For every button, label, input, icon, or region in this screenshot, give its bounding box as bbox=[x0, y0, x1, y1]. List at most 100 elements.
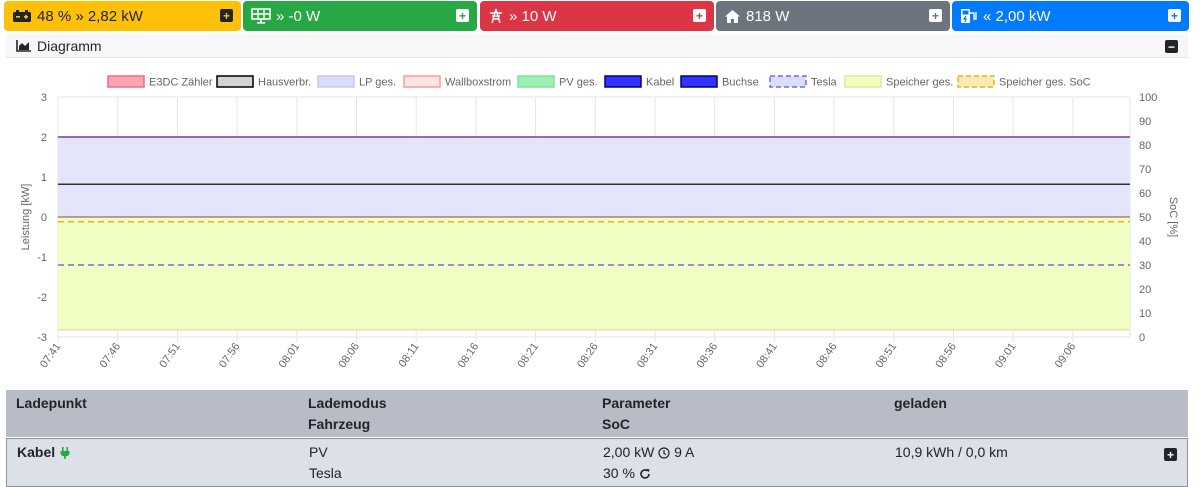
legend-swatch bbox=[107, 75, 145, 88]
battery-car-icon bbox=[12, 9, 32, 23]
expand-row-button[interactable]: + bbox=[1164, 448, 1177, 461]
y-left-tick: -3 bbox=[37, 332, 47, 344]
expand-grid-button[interactable]: + bbox=[693, 9, 706, 22]
legend-label: Buchse bbox=[722, 77, 759, 89]
charging-station-icon bbox=[960, 8, 978, 24]
legend-label: Speicher ges. bbox=[886, 77, 953, 89]
chargepoint-tile[interactable]: « 2,00 kW + bbox=[952, 1, 1189, 31]
grid-tile[interactable]: » 10 W + bbox=[480, 1, 714, 31]
legend-label: Kabel bbox=[646, 77, 674, 89]
solar-panel-icon bbox=[251, 8, 271, 24]
x-tick: 08:11 bbox=[397, 341, 422, 370]
y-right-tick: 60 bbox=[1139, 188, 1151, 200]
house-icon bbox=[724, 9, 741, 24]
y-right-tick: 50 bbox=[1139, 212, 1151, 224]
y-right-axis-label: SoC [%] bbox=[1167, 197, 1179, 237]
col-lademodus: Lademodus bbox=[308, 395, 387, 411]
col-soc: SoC bbox=[602, 416, 630, 432]
expand-house-button[interactable]: + bbox=[929, 9, 942, 22]
series-lp-area bbox=[58, 137, 1130, 217]
legend-label: E3DC Zähler bbox=[149, 77, 213, 89]
x-tick: 08:36 bbox=[695, 341, 721, 370]
power-chart: E3DC Zähler Hausverbr. LP ges. Wallboxstrom… bbox=[20, 75, 1179, 370]
clock-icon bbox=[658, 447, 670, 459]
collapse-diagram-button[interactable]: − bbox=[1165, 40, 1178, 53]
x-tick: 07:51 bbox=[157, 341, 183, 370]
legend-swatch bbox=[769, 75, 807, 88]
y-right-tick: 0 bbox=[1139, 332, 1145, 344]
y-left-axis-label: Leistung [kW] bbox=[20, 184, 32, 251]
vehicle-select[interactable]: Tesla bbox=[309, 465, 342, 481]
expand-pv-button[interactable]: + bbox=[456, 9, 469, 22]
legend-label: Wallboxstrom bbox=[445, 77, 511, 89]
pv-tile[interactable]: » -0 W + bbox=[243, 1, 477, 31]
area-chart-icon bbox=[16, 39, 32, 52]
legend-swatch bbox=[403, 75, 441, 88]
legend-swatch bbox=[517, 75, 555, 88]
y-right-tick: 40 bbox=[1139, 236, 1151, 248]
x-tick: 08:21 bbox=[515, 341, 541, 370]
y-left-tick: -1 bbox=[37, 252, 47, 264]
x-tick: 08:26 bbox=[575, 341, 601, 370]
legend-label: Tesla bbox=[811, 77, 838, 89]
x-tick: 08:56 bbox=[933, 341, 959, 370]
y-right-tick: 10 bbox=[1139, 308, 1151, 320]
chargepoint-name-cell: Kabel bbox=[17, 444, 71, 460]
charge-power: 2,00 kW bbox=[603, 444, 655, 460]
legend-swatch bbox=[604, 75, 642, 88]
col-geladen: geladen bbox=[894, 395, 947, 411]
y-right-tick: 100 bbox=[1139, 92, 1157, 104]
x-tick: 09:06 bbox=[1053, 341, 1079, 370]
refresh-icon[interactable] bbox=[639, 468, 651, 480]
y-left-tick: 3 bbox=[41, 92, 47, 104]
legend-swatch bbox=[216, 75, 254, 88]
x-tick: 08:46 bbox=[814, 341, 840, 370]
x-tick: 08:01 bbox=[277, 341, 303, 370]
col-fahrzeug: Fahrzeug bbox=[308, 416, 371, 432]
legend-label: LP ges. bbox=[359, 77, 396, 89]
legend-swatch bbox=[957, 75, 995, 88]
house-tile[interactable]: 818 W + bbox=[716, 1, 950, 31]
y-right-tick: 80 bbox=[1139, 140, 1151, 152]
legend-label: PV ges. bbox=[559, 77, 598, 89]
series-speicher-area bbox=[58, 217, 1130, 330]
y-right-tick: 20 bbox=[1139, 284, 1151, 296]
x-tick: 07:46 bbox=[98, 341, 124, 370]
expand-battery-button[interactable]: + bbox=[220, 9, 233, 22]
diagram-header[interactable]: Diagramm − bbox=[6, 34, 1188, 58]
battery-tile[interactable]: 48 % » 2,82 kW + bbox=[4, 1, 241, 31]
table-row[interactable]: Kabel PV Tesla 2,00 kW 9 A 30 % 10,9 kWh… bbox=[6, 438, 1188, 487]
y-left-tick: 0 bbox=[41, 212, 47, 224]
charge-current: 9 A bbox=[674, 444, 695, 460]
y-right-tick: 90 bbox=[1139, 116, 1151, 128]
vehicle-soc: 30 % bbox=[603, 465, 635, 481]
pv-value: » -0 W bbox=[276, 7, 321, 25]
y-right-tick: 70 bbox=[1139, 164, 1151, 176]
y-left-tick: -2 bbox=[37, 292, 47, 304]
y-left-tick: 2 bbox=[41, 132, 47, 144]
chargepoint-name: Kabel bbox=[17, 444, 56, 460]
legend-swatch bbox=[844, 75, 882, 88]
y-left-tick: 1 bbox=[41, 172, 47, 184]
charged-energy: 10,9 kWh / 0,0 km bbox=[895, 444, 1008, 460]
x-tick: 08:06 bbox=[336, 341, 362, 370]
charge-mode-select[interactable]: PV bbox=[309, 444, 328, 460]
diagram-title: Diagramm bbox=[37, 37, 102, 54]
power-pylon-icon bbox=[488, 8, 504, 24]
y-right-tick: 30 bbox=[1139, 260, 1151, 272]
house-value: 818 W bbox=[746, 7, 790, 25]
soc-cell: 30 % bbox=[603, 465, 651, 481]
grid-value: » 10 W bbox=[509, 7, 557, 25]
expand-chargepoint-button[interactable]: + bbox=[1168, 9, 1181, 22]
x-tick: 07:41 bbox=[38, 341, 64, 370]
x-tick: 07:56 bbox=[217, 341, 243, 370]
col-parameter: Parameter bbox=[602, 395, 671, 411]
power-tiles: 48 % » 2,82 kW + » -0 W + » 10 W + 818 W… bbox=[0, 0, 1200, 32]
legend-label: Hausverbr. bbox=[258, 77, 311, 89]
x-tick: 08:51 bbox=[874, 341, 900, 370]
x-tick: 08:31 bbox=[635, 341, 661, 370]
legend-swatch bbox=[680, 75, 718, 88]
x-tick: 08:41 bbox=[754, 341, 780, 370]
battery-value: 48 % » 2,82 kW bbox=[37, 7, 143, 25]
parameter-cell: 2,00 kW 9 A bbox=[603, 444, 694, 460]
